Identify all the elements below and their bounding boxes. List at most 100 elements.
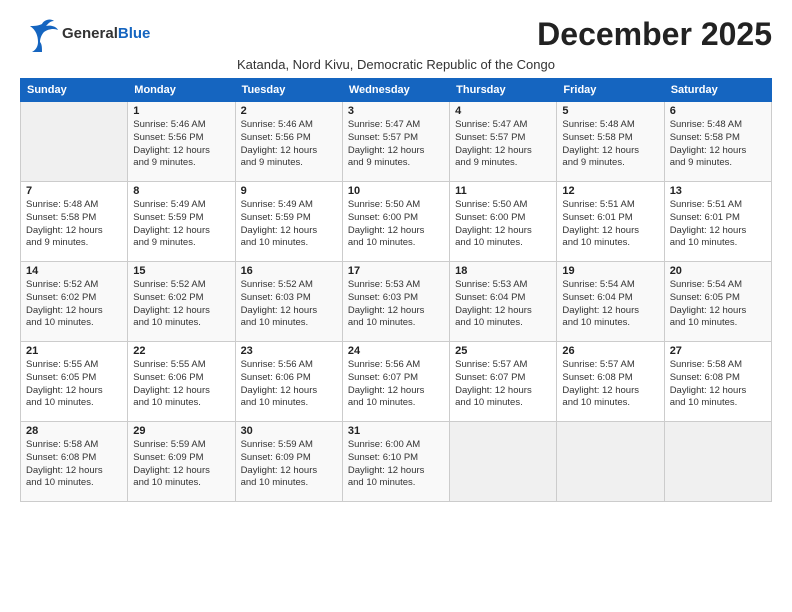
day-number: 23 xyxy=(241,345,337,357)
table-row: 29 Sunrise: 5:59 AM Sunset: 6:09 PM Dayli… xyxy=(128,422,235,502)
calendar-table: Sunday Monday Tuesday Wednesday Thursday… xyxy=(20,78,772,502)
day-info: Sunrise: 5:48 AM Sunset: 5:58 PM Dayligh… xyxy=(562,119,658,170)
logo-text: GeneralBlue xyxy=(62,25,150,43)
day-info: Sunrise: 5:51 AM Sunset: 6:01 PM Dayligh… xyxy=(562,199,658,250)
day-number: 27 xyxy=(670,345,766,357)
table-row: 13 Sunrise: 5:51 AM Sunset: 6:01 PM Dayli… xyxy=(664,182,771,262)
table-row: 16Sunrise: 5:52 AM Sunset: 6:03 PM Dayli… xyxy=(235,262,342,342)
day-number: 14 xyxy=(26,265,122,277)
table-row: 24 Sunrise: 5:56 AM Sunset: 6:07 PM Dayli… xyxy=(342,342,449,422)
table-row: 20 Sunrise: 5:54 AM Sunset: 6:05 PM Dayli… xyxy=(664,262,771,342)
day-number: 25 xyxy=(455,345,551,357)
day-info: Sunrise: 5:54 AM Sunset: 6:05 PM Dayligh… xyxy=(670,279,766,330)
day-number: 22 xyxy=(133,345,229,357)
day-number: 13 xyxy=(670,185,766,197)
day-number: 2 xyxy=(241,105,337,117)
day-info: Sunrise: 5:49 AM Sunset: 5:59 PM Dayligh… xyxy=(241,199,337,250)
table-row xyxy=(664,422,771,502)
logo: GeneralBlue xyxy=(20,16,150,52)
day-number: 20 xyxy=(670,265,766,277)
day-number: 24 xyxy=(348,345,444,357)
table-row: 10Sunrise: 5:50 AM Sunset: 6:00 PM Dayli… xyxy=(342,182,449,262)
table-row: 15 Sunrise: 5:52 AM Sunset: 6:02 PM Dayli… xyxy=(128,262,235,342)
day-number: 30 xyxy=(241,425,337,437)
table-row: 26Sunrise: 5:57 AM Sunset: 6:08 PM Dayli… xyxy=(557,342,664,422)
page: GeneralBlue December 2025 Katanda, Nord … xyxy=(0,0,792,612)
day-info: Sunrise: 5:53 AM Sunset: 6:03 PM Dayligh… xyxy=(348,279,444,330)
table-row xyxy=(450,422,557,502)
day-info: Sunrise: 5:47 AM Sunset: 5:57 PM Dayligh… xyxy=(455,119,551,170)
day-info: Sunrise: 5:56 AM Sunset: 6:06 PM Dayligh… xyxy=(241,359,337,410)
day-number: 18 xyxy=(455,265,551,277)
day-info: Sunrise: 5:51 AM Sunset: 6:01 PM Dayligh… xyxy=(670,199,766,250)
day-number: 7 xyxy=(26,185,122,197)
table-row: 12Sunrise: 5:51 AM Sunset: 6:01 PM Dayli… xyxy=(557,182,664,262)
day-number: 1 xyxy=(133,105,229,117)
day-info: Sunrise: 5:52 AM Sunset: 6:02 PM Dayligh… xyxy=(133,279,229,330)
day-number: 21 xyxy=(26,345,122,357)
header-monday: Monday xyxy=(128,79,235,102)
header-saturday: Saturday xyxy=(664,79,771,102)
day-info: Sunrise: 5:47 AM Sunset: 5:57 PM Dayligh… xyxy=(348,119,444,170)
table-row: 17Sunrise: 5:53 AM Sunset: 6:03 PM Dayli… xyxy=(342,262,449,342)
day-info: Sunrise: 5:57 AM Sunset: 6:07 PM Dayligh… xyxy=(455,359,551,410)
calendar-week-5: 28Sunrise: 5:58 AM Sunset: 6:08 PM Dayli… xyxy=(21,422,772,502)
table-row: 8 Sunrise: 5:49 AM Sunset: 5:59 PM Daylig… xyxy=(128,182,235,262)
day-info: Sunrise: 5:55 AM Sunset: 6:06 PM Dayligh… xyxy=(133,359,229,410)
day-info: Sunrise: 5:48 AM Sunset: 5:58 PM Dayligh… xyxy=(670,119,766,170)
header-tuesday: Tuesday xyxy=(235,79,342,102)
table-row: 14 Sunrise: 5:52 AM Sunset: 6:02 PM Dayli… xyxy=(21,262,128,342)
day-number: 3 xyxy=(348,105,444,117)
day-info: Sunrise: 5:48 AM Sunset: 5:58 PM Dayligh… xyxy=(26,199,122,250)
subtitle: Katanda, Nord Kivu, Democratic Republic … xyxy=(20,57,772,72)
day-info: Sunrise: 5:56 AM Sunset: 6:07 PM Dayligh… xyxy=(348,359,444,410)
day-info: Sunrise: 5:52 AM Sunset: 6:02 PM Dayligh… xyxy=(26,279,122,330)
day-info: Sunrise: 5:46 AM Sunset: 5:56 PM Dayligh… xyxy=(133,119,229,170)
table-row: 22 Sunrise: 5:55 AM Sunset: 6:06 PM Dayli… xyxy=(128,342,235,422)
day-info: Sunrise: 5:58 AM Sunset: 6:08 PM Dayligh… xyxy=(670,359,766,410)
day-number: 10 xyxy=(348,185,444,197)
day-info: Sunrise: 6:00 AM Sunset: 6:10 PM Dayligh… xyxy=(348,439,444,490)
day-number: 26 xyxy=(562,345,658,357)
table-row: 31 Sunrise: 6:00 AM Sunset: 6:10 PM Dayli… xyxy=(342,422,449,502)
calendar-week-3: 14 Sunrise: 5:52 AM Sunset: 6:02 PM Dayli… xyxy=(21,262,772,342)
table-row xyxy=(557,422,664,502)
day-headers: Sunday Monday Tuesday Wednesday Thursday… xyxy=(21,79,772,102)
day-info: Sunrise: 5:49 AM Sunset: 5:59 PM Dayligh… xyxy=(133,199,229,250)
header-friday: Friday xyxy=(557,79,664,102)
table-row: 6Sunrise: 5:48 AM Sunset: 5:58 PM Daylig… xyxy=(664,102,771,182)
day-info: Sunrise: 5:50 AM Sunset: 6:00 PM Dayligh… xyxy=(455,199,551,250)
day-info: Sunrise: 5:46 AM Sunset: 5:56 PM Dayligh… xyxy=(241,119,337,170)
day-number: 31 xyxy=(348,425,444,437)
logo-icon xyxy=(20,16,60,52)
logo-general: General xyxy=(62,25,118,42)
day-info: Sunrise: 5:52 AM Sunset: 6:03 PM Dayligh… xyxy=(241,279,337,330)
day-number: 5 xyxy=(562,105,658,117)
calendar-week-2: 7 Sunrise: 5:48 AM Sunset: 5:58 PM Daylig… xyxy=(21,182,772,262)
day-number: 8 xyxy=(133,185,229,197)
day-info: Sunrise: 5:59 AM Sunset: 6:09 PM Dayligh… xyxy=(241,439,337,490)
table-row: 2 Sunrise: 5:46 AM Sunset: 5:56 PM Daylig… xyxy=(235,102,342,182)
header: GeneralBlue December 2025 xyxy=(20,16,772,53)
table-row: 5 Sunrise: 5:48 AM Sunset: 5:58 PM Daylig… xyxy=(557,102,664,182)
table-row: 19Sunrise: 5:54 AM Sunset: 6:04 PM Dayli… xyxy=(557,262,664,342)
calendar-week-1: 1 Sunrise: 5:46 AM Sunset: 5:56 PM Daylig… xyxy=(21,102,772,182)
table-row: 30 Sunrise: 5:59 AM Sunset: 6:09 PM Dayli… xyxy=(235,422,342,502)
table-row: 23 Sunrise: 5:56 AM Sunset: 6:06 PM Dayli… xyxy=(235,342,342,422)
table-row: 27 Sunrise: 5:58 AM Sunset: 6:08 PM Dayli… xyxy=(664,342,771,422)
day-info: Sunrise: 5:59 AM Sunset: 6:09 PM Dayligh… xyxy=(133,439,229,490)
header-sunday: Sunday xyxy=(21,79,128,102)
table-row: 28Sunrise: 5:58 AM Sunset: 6:08 PM Dayli… xyxy=(21,422,128,502)
month-title: December 2025 xyxy=(537,16,772,53)
day-number: 15 xyxy=(133,265,229,277)
logo-blue: Blue xyxy=(118,25,151,42)
day-number: 4 xyxy=(455,105,551,117)
table-row xyxy=(21,102,128,182)
day-info: Sunrise: 5:58 AM Sunset: 6:08 PM Dayligh… xyxy=(26,439,122,490)
table-row: 18Sunrise: 5:53 AM Sunset: 6:04 PM Dayli… xyxy=(450,262,557,342)
table-row: 9 Sunrise: 5:49 AM Sunset: 5:59 PM Daylig… xyxy=(235,182,342,262)
table-row: 4 Sunrise: 5:47 AM Sunset: 5:57 PM Daylig… xyxy=(450,102,557,182)
table-row: 3 Sunrise: 5:47 AM Sunset: 5:57 PM Daylig… xyxy=(342,102,449,182)
day-number: 29 xyxy=(133,425,229,437)
day-number: 9 xyxy=(241,185,337,197)
